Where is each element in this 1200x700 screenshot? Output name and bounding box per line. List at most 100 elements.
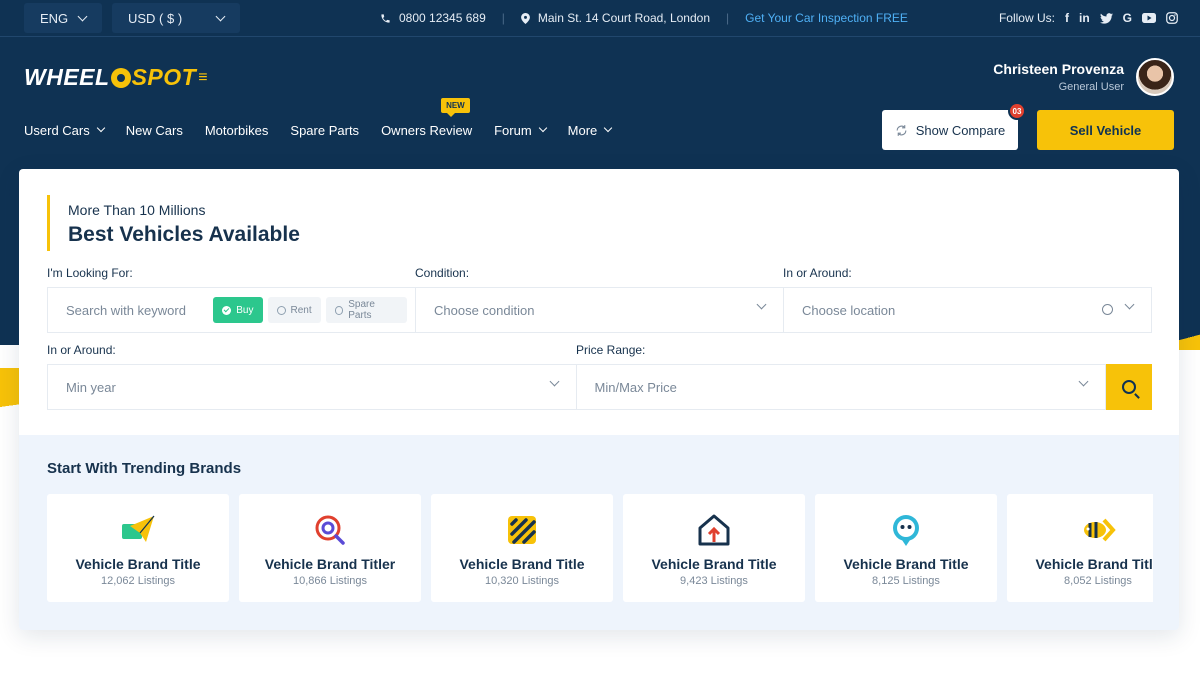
brand-count: 10,866 Listings bbox=[293, 575, 367, 587]
brand-card[interactable]: Vehicle Brand Title 12,062 Listings bbox=[47, 494, 229, 602]
divider: | bbox=[726, 11, 730, 25]
condition-label: Condition: bbox=[415, 266, 470, 280]
contact-info: 0800 12345 689 | Main St. 14 Court Road,… bbox=[380, 0, 908, 36]
brand-card[interactable]: Vehicle Brand Title 8,125 Listings bbox=[815, 494, 997, 602]
condition-placeholder: Choose condition bbox=[434, 302, 535, 318]
main-nav: Userd Cars New Cars Motorbikes Spare Par… bbox=[24, 98, 613, 142]
mode-buy-button[interactable]: Buy bbox=[213, 297, 263, 323]
divider bbox=[0, 36, 1200, 37]
nav-label: Userd Cars bbox=[24, 122, 90, 138]
user-role: General User bbox=[1058, 81, 1124, 93]
currency-value: USD ( $ ) bbox=[128, 10, 183, 26]
instagram-icon[interactable] bbox=[1166, 12, 1178, 24]
refresh-icon bbox=[896, 124, 907, 136]
location-placeholder: Choose location bbox=[802, 302, 896, 318]
nav-label: Forum bbox=[494, 122, 532, 138]
address-text: Main St. 14 Court Road, London bbox=[537, 11, 710, 25]
year-label: In or Around: bbox=[47, 343, 116, 357]
trending-brands-section: Start With Trending Brands Vehicle Brand… bbox=[19, 435, 1179, 630]
crosshair-icon[interactable] bbox=[1102, 304, 1113, 315]
speed-lines-icon: ≡ bbox=[198, 68, 209, 86]
search-card: More Than 10 Millions Best Vehicles Avai… bbox=[19, 169, 1179, 630]
brand-count: 10,320 Listings bbox=[485, 575, 559, 587]
radio-icon bbox=[334, 305, 344, 315]
chevron-down-icon bbox=[1124, 299, 1135, 310]
brand-title: Vehicle Brand Title bbox=[75, 556, 201, 572]
looking-for-label: I'm Looking For: bbox=[47, 266, 133, 280]
chat-bubble-icon bbox=[893, 515, 919, 546]
nav-used-cars[interactable]: Userd Cars bbox=[24, 118, 105, 142]
search-row-2: Min year Min/Max Price bbox=[47, 364, 1152, 410]
chevron-down-icon bbox=[549, 376, 559, 387]
divider: | bbox=[501, 11, 505, 25]
nav-owners-review[interactable]: NEW Owners Review bbox=[381, 98, 473, 142]
brand-count: 8,125 Listings bbox=[872, 575, 940, 587]
top-bar: ENG USD ( $ ) 0800 12345 689 | Main St. … bbox=[0, 0, 1200, 36]
condition-select[interactable]: Choose condition bbox=[416, 288, 784, 332]
search-heading: More Than 10 Millions Best Vehicles Avai… bbox=[47, 195, 300, 251]
brand-card[interactable]: Vehicle Brand Title 9,423 Listings bbox=[623, 494, 805, 602]
inspection-promo-link[interactable]: Get Your Car Inspection FREE bbox=[745, 11, 908, 25]
brand-list: Vehicle Brand Title 12,062 Listings Vehi… bbox=[47, 494, 1153, 602]
new-badge: NEW bbox=[441, 98, 470, 117]
radio-icon bbox=[276, 305, 286, 315]
price-label: Price Range: bbox=[576, 343, 646, 357]
mode-label: Spare Parts bbox=[348, 299, 375, 321]
facebook-icon[interactable]: f bbox=[1065, 11, 1069, 25]
brand-card[interactable]: Vehicle Brand Title 8,052 Listings bbox=[1007, 494, 1153, 602]
nav-label: Owners Review bbox=[381, 122, 473, 138]
keyword-field: Search with keyword Buy Rent Spare Parts bbox=[48, 288, 416, 332]
chevron-down-icon bbox=[538, 123, 547, 133]
compare-label: Show Compare bbox=[915, 122, 1006, 138]
nav-new-cars[interactable]: New Cars bbox=[126, 118, 183, 142]
location-select[interactable]: Choose location bbox=[784, 288, 1151, 332]
chevron-down-icon bbox=[604, 123, 613, 133]
show-compare-button[interactable]: Show Compare 03 bbox=[882, 102, 1026, 150]
linkedin-icon[interactable]: in bbox=[1079, 11, 1090, 25]
google-icon[interactable]: G bbox=[1123, 11, 1132, 25]
nav-spare-parts[interactable]: Spare Parts bbox=[290, 118, 359, 142]
phone-icon bbox=[381, 13, 390, 23]
phone-number[interactable]: 0800 12345 689 bbox=[399, 11, 486, 25]
nav-motorbikes[interactable]: Motorbikes bbox=[205, 118, 269, 142]
currency-select[interactable]: USD ( $ ) bbox=[112, 3, 240, 33]
language-select[interactable]: ENG bbox=[24, 3, 102, 33]
logo-text-wheel: WHEEL bbox=[24, 64, 110, 90]
chevron-down-icon bbox=[756, 299, 767, 310]
brand-count: 9,423 Listings bbox=[680, 575, 748, 587]
avatar[interactable] bbox=[1136, 58, 1174, 96]
brand-card[interactable]: Vehicle Brand Titler 10,866 Listings bbox=[239, 494, 421, 602]
brand-card[interactable]: Vehicle Brand Title 10,320 Listings bbox=[431, 494, 613, 602]
site-logo[interactable]: WHEEL SPOT ≡ bbox=[24, 64, 208, 91]
user-profile[interactable]: Christeen Provenza General User bbox=[993, 58, 1174, 96]
chevron-down-icon bbox=[77, 11, 88, 21]
mode-label: Rent bbox=[290, 304, 312, 316]
mode-rent-button[interactable]: Rent bbox=[267, 297, 321, 323]
keyword-input[interactable]: Search with keyword bbox=[66, 303, 208, 318]
min-year-select[interactable]: Min year bbox=[48, 365, 577, 409]
search-icon bbox=[1122, 380, 1136, 394]
sell-vehicle-button[interactable]: Sell Vehicle bbox=[1037, 110, 1174, 150]
price-range-select[interactable]: Min/Max Price bbox=[577, 365, 1107, 409]
magnifier-q-icon bbox=[315, 515, 345, 545]
brand-count: 12,062 Listings bbox=[101, 575, 175, 587]
chevron-down-icon bbox=[215, 11, 226, 21]
nav-label: Spare Parts bbox=[290, 122, 360, 138]
brand-title: Vehicle Brand Title bbox=[651, 556, 777, 572]
check-icon bbox=[222, 305, 232, 315]
bee-arrow-icon bbox=[1084, 518, 1116, 542]
nav-label: New Cars bbox=[125, 122, 183, 138]
mode-label: Buy bbox=[236, 304, 254, 316]
youtube-icon[interactable] bbox=[1142, 13, 1156, 23]
mode-spare-parts-button[interactable]: Spare Parts bbox=[325, 297, 407, 323]
striped-square-icon bbox=[508, 516, 536, 544]
nav-forum[interactable]: Forum bbox=[494, 118, 547, 142]
brand-title: Vehicle Brand Titler bbox=[264, 556, 396, 572]
nav-label: More bbox=[567, 122, 598, 138]
brand-title: Vehicle Brand Title bbox=[459, 556, 585, 572]
brands-title: Start With Trending Brands bbox=[47, 460, 242, 477]
twitter-icon[interactable] bbox=[1099, 12, 1113, 24]
nav-more[interactable]: More bbox=[567, 118, 613, 142]
language-value: ENG bbox=[40, 10, 69, 26]
search-button[interactable] bbox=[1106, 364, 1152, 410]
